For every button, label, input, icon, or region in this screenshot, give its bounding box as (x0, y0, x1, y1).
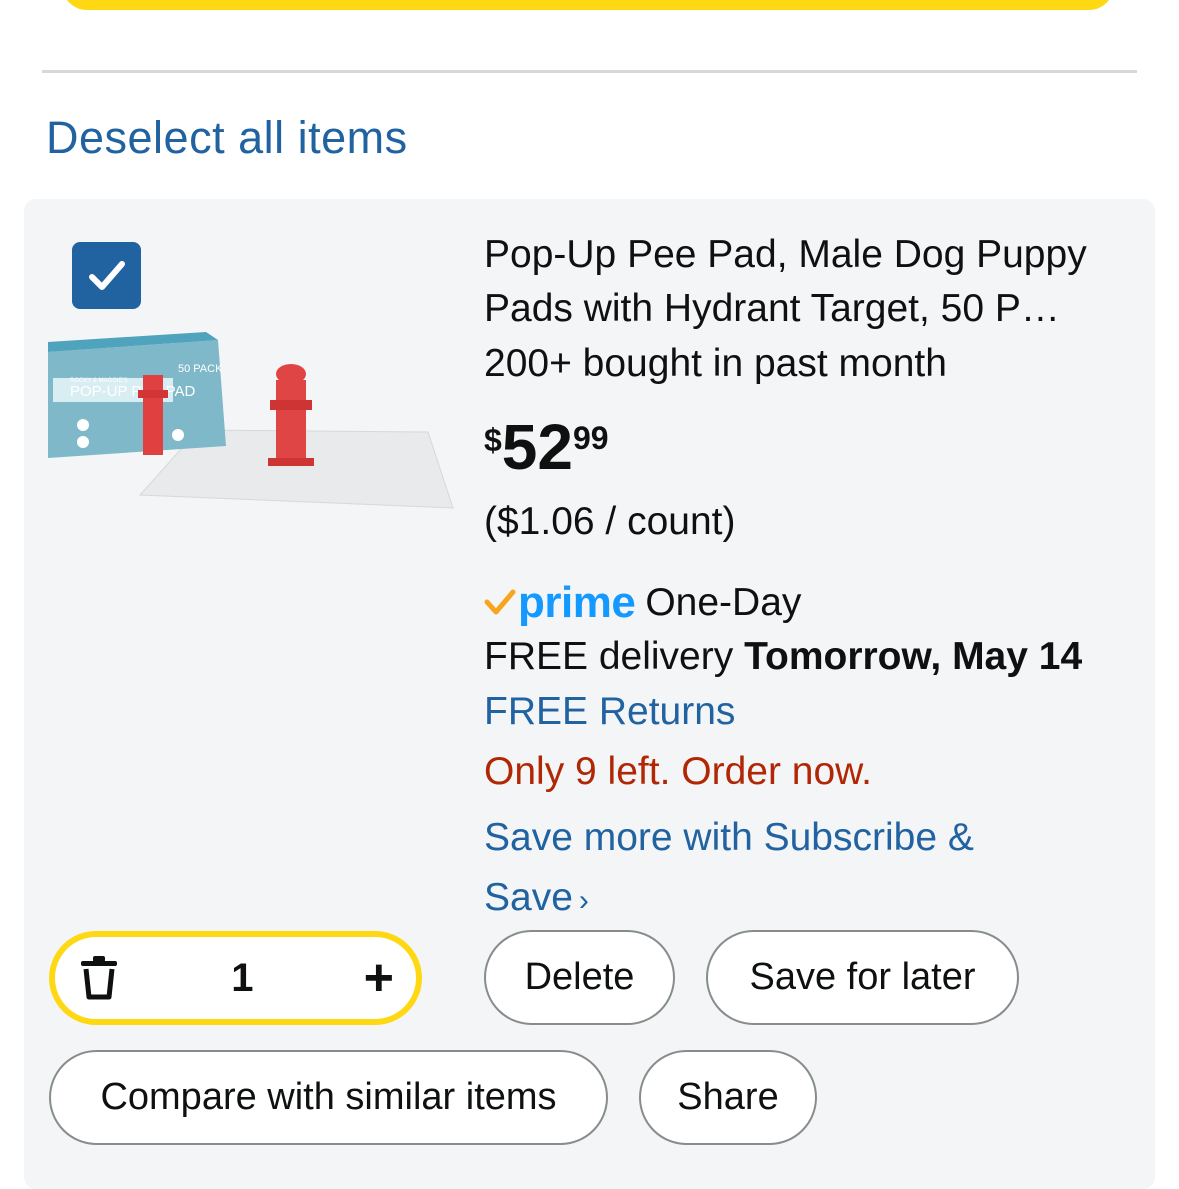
price-symbol: $ (484, 422, 502, 458)
unit-price: ($1.06 / count) (484, 500, 736, 543)
compare-similar-button[interactable]: Compare with similar items (49, 1050, 608, 1145)
chevron-right-icon: › (578, 884, 589, 917)
plus-icon[interactable]: + (364, 952, 394, 1004)
delete-button[interactable]: Delete (484, 930, 675, 1025)
checkmark-icon (88, 260, 125, 290)
product-image[interactable]: 50 PACK ROCKY & MAGGIE'S POP-UP PEE PAD (48, 330, 458, 510)
prime-label: prime (518, 578, 636, 627)
bought-count: 200+ bought in past month (484, 342, 947, 385)
quantity-stepper[interactable]: 1 + (49, 931, 422, 1025)
box-pack-label: 50 PACK (178, 363, 223, 375)
delivery-info: FREE delivery Tomorrow, May 14 (484, 635, 1082, 679)
proceed-to-checkout-button[interactable] (62, 0, 1114, 10)
box-name-label: POP-UP PEE PAD (70, 383, 195, 400)
subscribe-label: Save more with Subscribe & Save (484, 816, 974, 919)
price: $ 52 99 (484, 412, 609, 482)
delivery-prefix: FREE delivery (484, 635, 745, 678)
prime-suffix: One-Day (645, 581, 802, 624)
free-returns-link[interactable]: FREE Returns (484, 690, 735, 734)
trash-icon[interactable] (77, 955, 121, 1001)
delivery-date: Tomorrow, May 14 (744, 635, 1083, 678)
prime-check-icon (484, 589, 516, 615)
stock-warning: Only 9 left. Order now. (484, 750, 873, 793)
prime-badge: prime One-Day (484, 578, 801, 628)
deselect-all-link[interactable]: Deselect all items (46, 112, 408, 164)
price-fraction: 99 (572, 420, 609, 456)
subscribe-save-link[interactable]: Save more with Subscribe & Save › (484, 808, 1084, 931)
product-title[interactable]: Pop-Up Pee Pad, Male Dog Puppy Pads with… (484, 228, 1134, 336)
save-for-later-button[interactable]: Save for later (706, 930, 1019, 1025)
item-checkbox[interactable] (72, 242, 141, 309)
quantity-value: 1 (231, 955, 254, 1000)
divider (42, 70, 1137, 73)
price-whole: 52 (501, 411, 573, 483)
share-button[interactable]: Share (639, 1050, 817, 1145)
